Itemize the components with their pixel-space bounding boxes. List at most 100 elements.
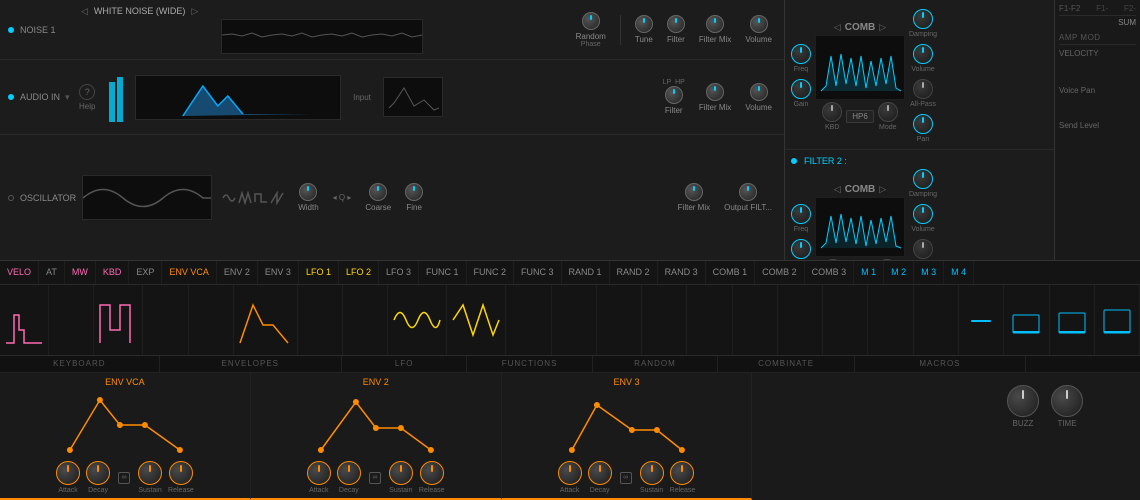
sec-functions-label: FUNCTIONS [467, 356, 592, 372]
filter1-comb-nav: ◁ COMB ▷ [834, 22, 886, 33]
osc-width-knob[interactable] [299, 183, 317, 201]
f2-comb-next[interactable]: ▷ [879, 184, 886, 195]
send-level-group: Send Level [1059, 101, 1136, 130]
tab-env-vca[interactable]: ENV VCA [162, 261, 217, 284]
f1-gain-knob[interactable] [791, 79, 811, 99]
env2-attack-knob[interactable] [307, 461, 331, 485]
tab-env2[interactable]: ENV 2 [217, 261, 258, 284]
env-vca-decay-group: Decay [86, 461, 110, 494]
tab-lfo3[interactable]: LFO 3 [379, 261, 419, 284]
f2-comb-prev[interactable]: ◁ [834, 184, 841, 195]
env3-attack-knob[interactable] [558, 461, 582, 485]
f1-comb-prev[interactable]: ◁ [834, 22, 841, 33]
tab-comb3[interactable]: COMB 3 [805, 261, 855, 284]
f2-volume-knob[interactable] [913, 204, 933, 224]
tab-env3[interactable]: ENV 3 [258, 261, 299, 284]
osc-output-knob[interactable] [739, 183, 757, 201]
env-vca-sustain-knob[interactable] [138, 461, 162, 485]
tab-rand3[interactable]: RAND 3 [658, 261, 706, 284]
section-dividers: KEYBOARD ENVELOPES LFO FUNCTIONS RANDOM … [0, 356, 1140, 373]
f2-allpass-knob[interactable] [913, 239, 933, 259]
tab-m4[interactable]: M 4 [944, 261, 974, 284]
sine-icon[interactable] [222, 191, 236, 205]
f2-damping-group: Damping [909, 169, 937, 198]
env-vca-decay-knob[interactable] [86, 461, 110, 485]
noise-random-knob[interactable] [582, 12, 600, 30]
tab-m1[interactable]: M 1 [854, 261, 884, 284]
env3-decay-group: Decay [588, 461, 612, 494]
triangle-icon[interactable] [238, 191, 252, 205]
env2-sustain-knob[interactable] [389, 461, 413, 485]
tab-comb2[interactable]: COMB 2 [755, 261, 805, 284]
env3-decay-knob[interactable] [588, 461, 612, 485]
audio-filter-label: Filter [665, 106, 683, 115]
osc-fine-knob[interactable] [405, 183, 423, 201]
env-vca-attack-group: Attack [56, 461, 80, 494]
osc-coarse-knob[interactable] [369, 183, 387, 201]
f2-gain-knob[interactable] [791, 239, 811, 259]
f1-mode-knob[interactable] [878, 102, 898, 122]
env-vca-release-knob[interactable] [169, 461, 193, 485]
tab-m3[interactable]: M 3 [914, 261, 944, 284]
osc-filtermix-knob[interactable] [685, 183, 703, 201]
tab-func3[interactable]: FUNC 3 [514, 261, 562, 284]
help-icon[interactable]: ? [79, 84, 95, 100]
square-icon[interactable] [254, 191, 268, 205]
f1-allpass-knob[interactable] [913, 79, 933, 99]
env3-sustain-knob[interactable] [640, 461, 664, 485]
filter1-type-badge[interactable]: HP6 [846, 110, 874, 123]
tab-lfo2[interactable]: LFO 2 [339, 261, 379, 284]
osc-width-knob-group: Width [298, 183, 318, 212]
noise-tune-knob[interactable] [635, 15, 653, 33]
env-vca-block: ENV VCA Attack [0, 373, 251, 500]
f1-volume-group: Volume [909, 44, 937, 73]
tab-rand2[interactable]: RAND 2 [610, 261, 658, 284]
f1-kbd-knob[interactable] [822, 102, 842, 122]
tab-at[interactable]: AT [39, 261, 65, 284]
audio-in-expand[interactable]: ▾ [65, 92, 70, 103]
noise-filter-knob[interactable] [667, 15, 685, 33]
env2-link[interactable]: ∞ [369, 472, 381, 484]
time-knob[interactable] [1051, 385, 1083, 417]
f1-freq-knob[interactable] [791, 44, 811, 64]
env2-release-knob[interactable] [420, 461, 444, 485]
tab-lfo1[interactable]: LFO 1 [299, 261, 339, 284]
env-vca-attack-knob[interactable] [56, 461, 80, 485]
f2-damping-knob[interactable] [913, 169, 933, 189]
f1-comb-next[interactable]: ▷ [879, 22, 886, 33]
tab-rand1[interactable]: RAND 1 [562, 261, 610, 284]
env3-release-knob[interactable] [670, 461, 694, 485]
env3-link[interactable]: ∞ [620, 472, 632, 484]
tab-m2[interactable]: M 2 [884, 261, 914, 284]
audio-volume-knob[interactable] [750, 83, 768, 101]
f1-volume-knob[interactable] [913, 44, 933, 64]
osc-width-label: Width [298, 203, 318, 212]
f1-damping-knob[interactable] [913, 9, 933, 29]
noise-filtermix-knob[interactable] [706, 15, 724, 33]
noise-prev-btn[interactable]: ◁ [79, 6, 90, 17]
tab-velo[interactable]: VELO [0, 261, 39, 284]
f1-pan-knob[interactable] [913, 114, 933, 134]
tab-func1[interactable]: FUNC 1 [419, 261, 467, 284]
tab-kbd[interactable]: KBD [96, 261, 130, 284]
env-vca-release-group: Release [168, 461, 194, 494]
tab-comb1[interactable]: COMB 1 [706, 261, 756, 284]
tab-func2[interactable]: FUNC 2 [467, 261, 515, 284]
noise-volume-knob[interactable] [750, 15, 768, 33]
tab-exp[interactable]: EXP [129, 261, 162, 284]
q-arrow-left[interactable]: ◂ [333, 193, 337, 202]
audio-filtermix-knob[interactable] [706, 83, 724, 101]
audio-filter-knob[interactable] [665, 86, 683, 104]
link-icon[interactable]: ∞ [118, 472, 130, 484]
env2-decay-knob[interactable] [337, 461, 361, 485]
f2-comb-label: COMB [845, 184, 876, 195]
saw-icon[interactable] [270, 191, 284, 205]
q-arrow-right[interactable]: ▸ [347, 193, 351, 202]
amp-mod-title: AMP MOD [1059, 33, 1136, 45]
f2-freq-knob[interactable] [791, 204, 811, 224]
osc-coarse-label: Coarse [365, 203, 391, 212]
tab-mw[interactable]: MW [65, 261, 96, 284]
buzz-knob[interactable] [1007, 385, 1039, 417]
noise-next-btn[interactable]: ▷ [189, 6, 200, 17]
osc-fine-label: Fine [406, 203, 422, 212]
